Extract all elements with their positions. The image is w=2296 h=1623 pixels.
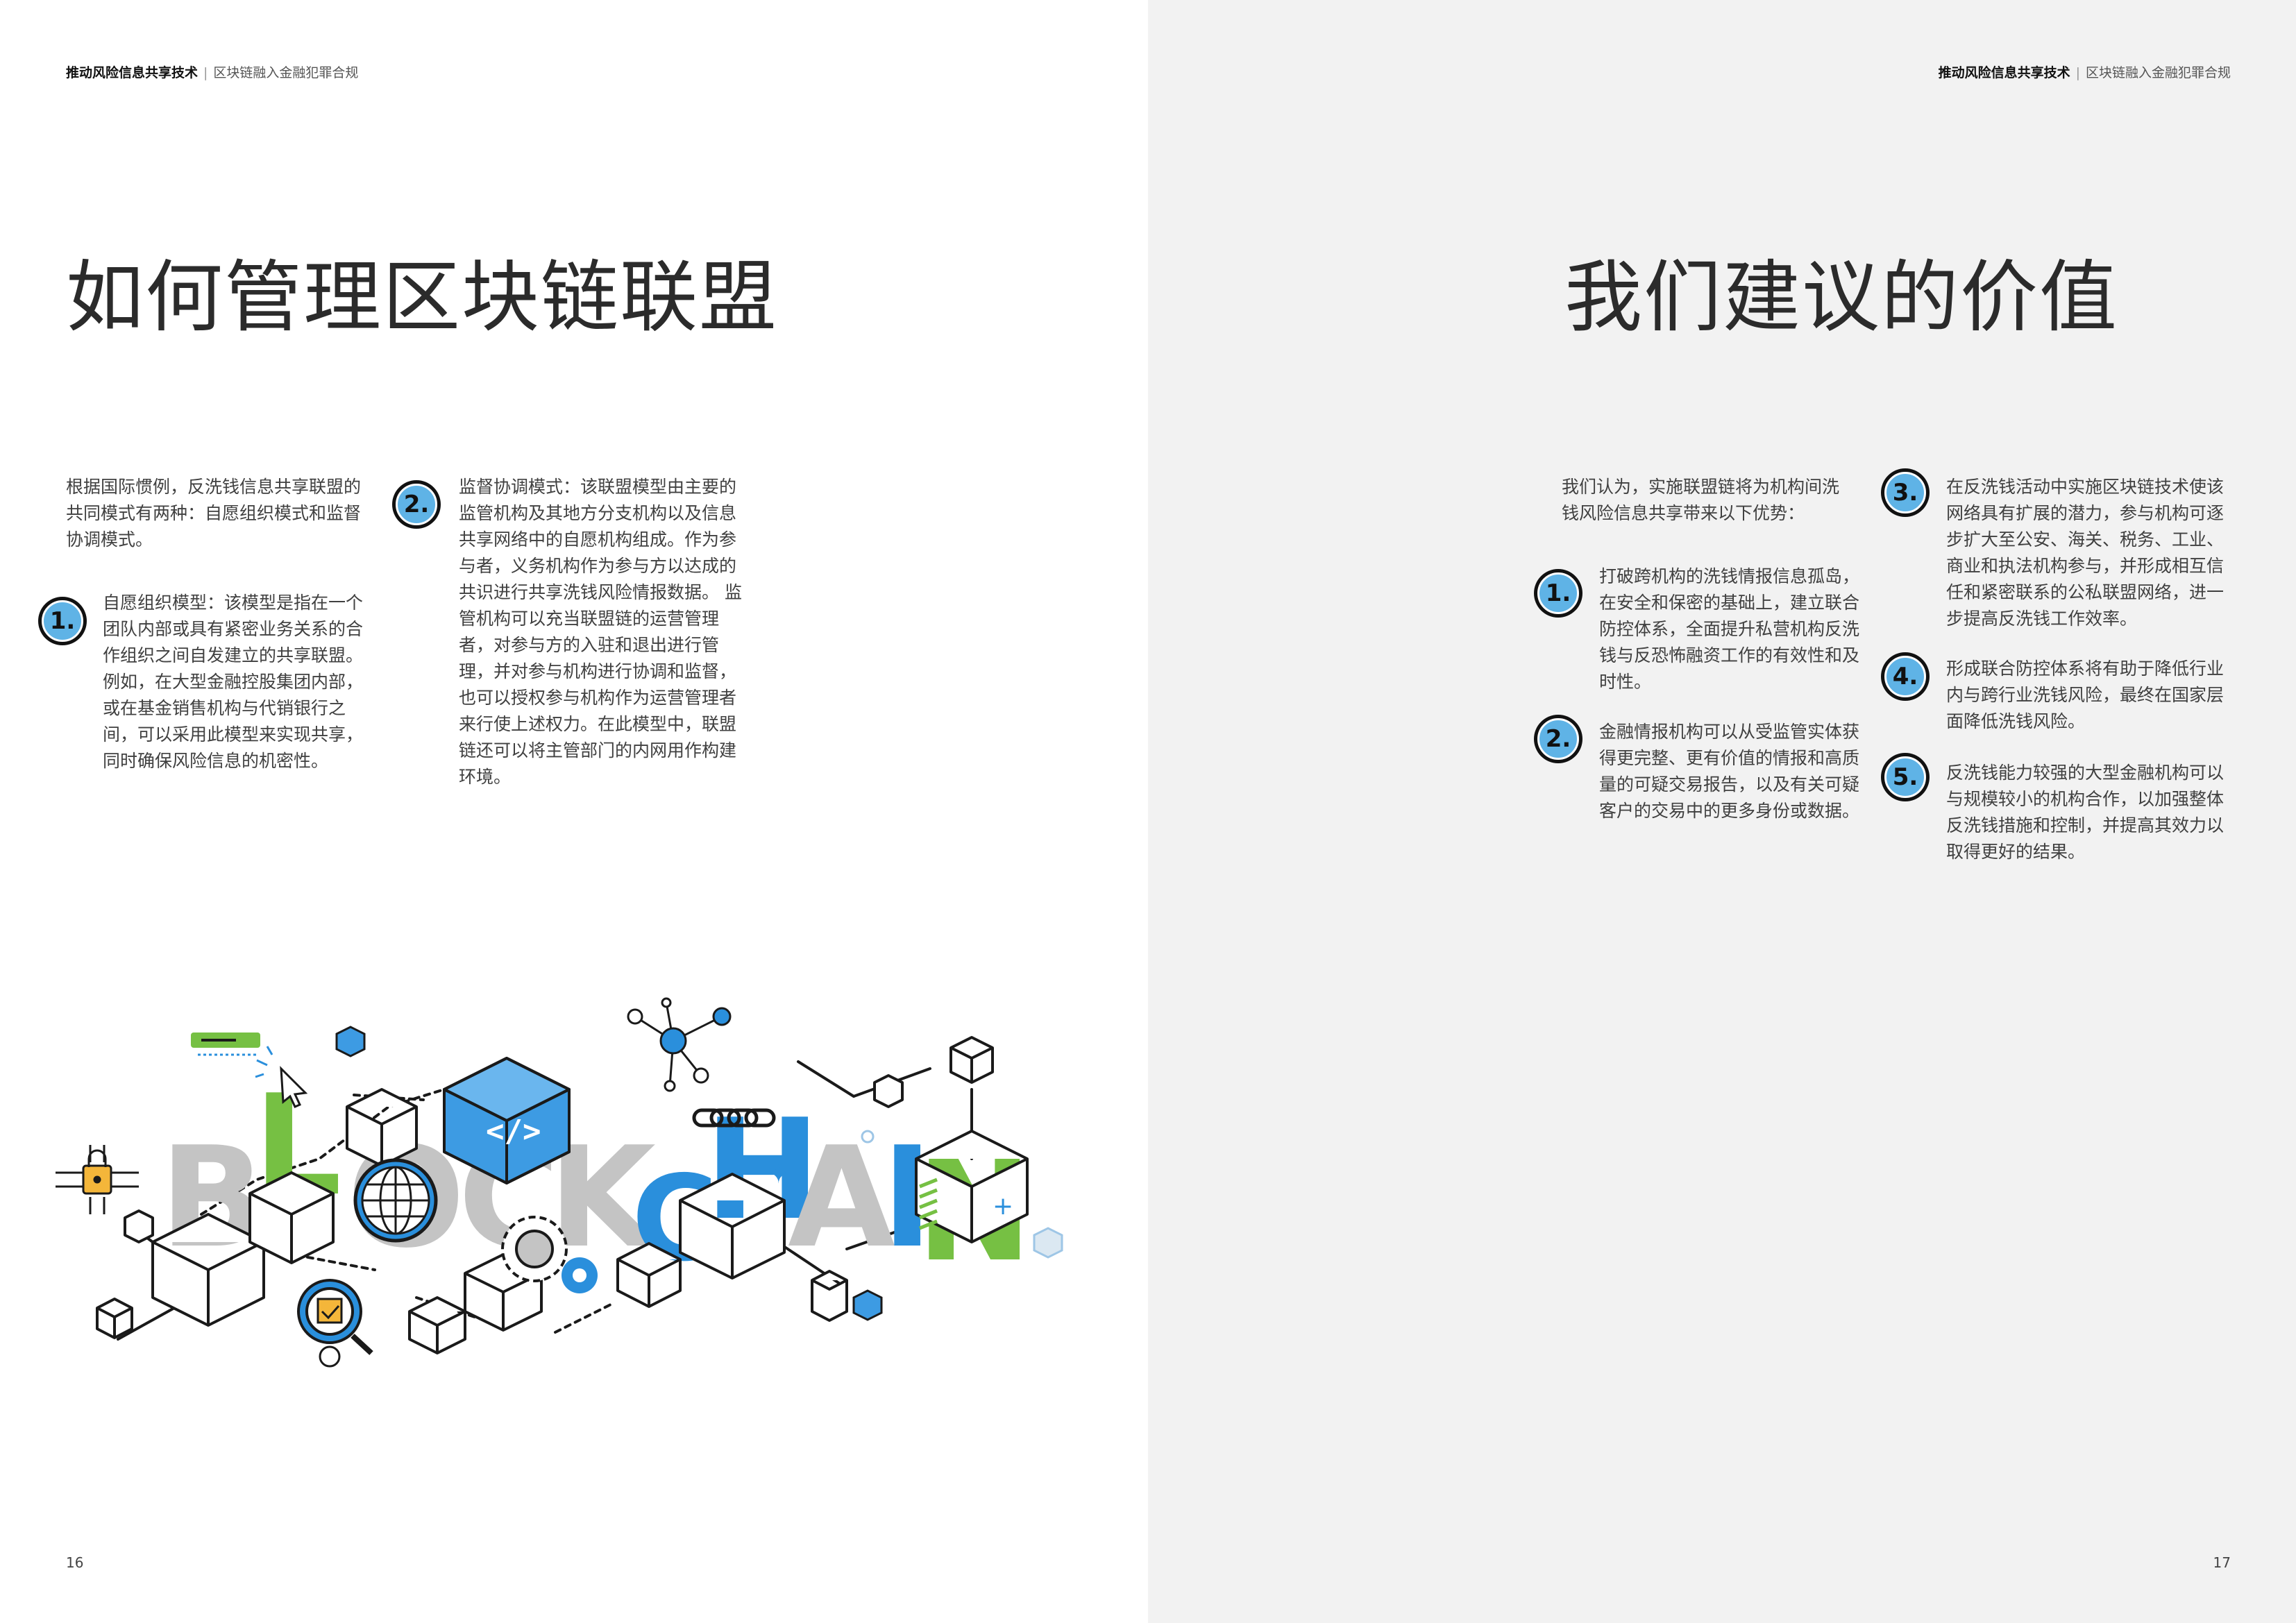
page-title-right: 我们建议的价值 xyxy=(1564,253,2118,343)
item-text-r5: 反洗钱能力较强的大型金融机构可以与规模较小的机构合作，以加强整体反洗钱措施和控制… xyxy=(1946,763,2225,862)
running-header: 推动风险信息共享技术 | 区块链融入金融犯罪合规 xyxy=(66,62,358,81)
header-separator-right: | xyxy=(2075,65,2080,80)
right-page: 推动风险信息共享技术 | 区块链融入金融犯罪合规 我们建议的价值 我们认为，实施联盟… xyxy=(1148,0,2296,1623)
lock-circuit-icon xyxy=(56,1145,139,1214)
header-bold: 推动风险信息共享技术 xyxy=(66,65,199,80)
number-badge-r5: 5. xyxy=(1881,753,1930,801)
number-badge-r1: 1. xyxy=(1534,569,1582,618)
running-header-right: 推动风险信息共享技术 | 区块链融入金融犯罪合规 xyxy=(1939,62,2231,81)
page-title: 如何管理区块链联盟 xyxy=(66,253,778,343)
letter-a: A xyxy=(788,1117,895,1279)
header-subtitle-right: 区块链融入金融犯罪合规 xyxy=(2085,65,2231,80)
intro-paragraph: 根据国际惯例，反洗钱信息共享联盟的共同模式有两种：自愿组织模式和监督协调模式。 xyxy=(66,477,362,550)
globe-icon xyxy=(353,1158,438,1243)
item-text-r4: 形成联合防控体系将有助于降低行业内与跨行业洗钱风险，最终在国家层面降低洗钱风险。 xyxy=(1946,658,2225,731)
page-number-left: 16 xyxy=(66,1554,84,1571)
header-separator: | xyxy=(203,65,208,80)
number-badge-r2: 2. xyxy=(1534,715,1582,763)
header-bold-right: 推动风险信息共享技术 xyxy=(1938,65,2070,80)
left-page: 推动风险信息共享技术 | 区块链融入金融犯罪合规 如何管理区块链联盟 根据国际惯例，… xyxy=(0,0,1148,1623)
item-text-r3: 在反洗钱活动中实施区块链技术使该网络具有扩展的潜力，参与机构可逐步扩大至公安、海… xyxy=(1946,477,2225,629)
item-text-r2: 金融情报机构可以从受监管实体获得更完整、更有价值的情报和高质量的可疑交易报告，以… xyxy=(1599,722,1860,821)
header-subtitle: 区块链融入金融犯罪合规 xyxy=(213,65,359,80)
blockchain-illustration: B L O C K C H A I N xyxy=(56,997,1063,1368)
network-node-icon xyxy=(627,997,732,1092)
message-bar-icon xyxy=(191,1033,260,1056)
code-cube-icon: </> xyxy=(486,1114,541,1149)
number-badge-2: 2. xyxy=(392,480,441,529)
number-badge-r3: 3. xyxy=(1881,468,1930,517)
svg-text:✦: ✦ xyxy=(767,1158,791,1190)
intro-paragraph-right: 我们认为，实施联盟链将为机构间洗钱风险信息共享带来以下优势： xyxy=(1562,477,1840,523)
item-text-1: 自愿组织模型：该模型是指在一个团队内部或具有紧密业务关系的合作组织之间自发建立的… xyxy=(103,593,364,771)
magnifier-check-icon xyxy=(297,1279,373,1368)
item-text-r1: 打破跨机构的洗钱情报信息孤岛，在安全和保密的基础上，建立联合防控体系，全面提升私… xyxy=(1599,566,1860,692)
svg-text:+: + xyxy=(993,1192,1013,1221)
number-badge-r4: 4. xyxy=(1881,652,1930,701)
number-badge-1: 1. xyxy=(38,597,87,645)
page-number-right: 17 xyxy=(2213,1554,2231,1571)
item-text-2: 监督协调模式：该联盟模型由主要的监管机构及其地方分支机构以及信息共享网络中的自愿… xyxy=(459,477,742,787)
